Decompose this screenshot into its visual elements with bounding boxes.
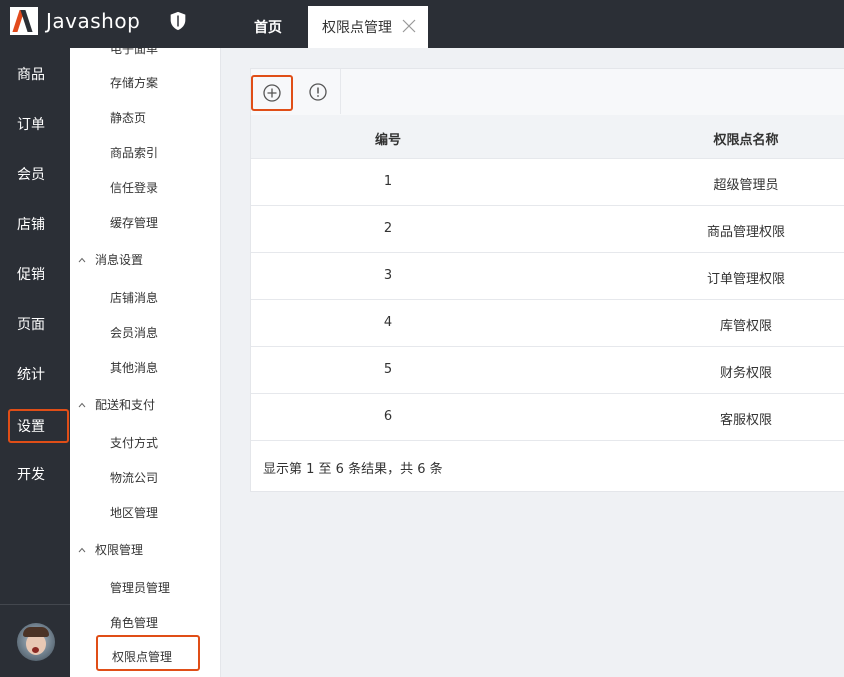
nav-item-label: 商品	[17, 67, 45, 83]
submenu-item-e-waybill[interactable]: 电子面单	[110, 48, 158, 59]
column-header-name[interactable]: 权限点名称	[561, 129, 844, 148]
top-bar: Javashop 首页 权限点管理	[0, 0, 844, 48]
submenu-item-regions[interactable]: 地区管理	[110, 503, 158, 523]
table-row[interactable]: 5 财务权限	[251, 347, 844, 394]
permission-points-panel: 编号 权限点名称 1 超级管理员 2 商品管理权限 3 订单管理权限 4 库管权…	[250, 68, 844, 492]
avatar-mouth	[32, 647, 39, 653]
cell-name: 商品管理权限	[706, 225, 785, 240]
chevron-up-icon	[78, 257, 86, 263]
nav-item-orders[interactable]: 订单	[0, 104, 70, 144]
submenu-item-other-messages[interactable]: 其他消息	[110, 358, 158, 378]
chevron-up-icon	[78, 547, 86, 553]
cell-name: 订单管理权限	[706, 272, 785, 287]
table-toolbar	[251, 69, 844, 116]
cell-id: 3	[383, 268, 393, 283]
cell-id: 2	[383, 221, 393, 236]
submenu-item-logistics[interactable]: 物流公司	[110, 468, 158, 488]
nav-item-shops[interactable]: 店铺	[0, 204, 70, 244]
table-row[interactable]: 2 商品管理权限	[251, 206, 844, 253]
submenu-item-storage[interactable]: 存储方案	[110, 73, 158, 93]
nav-item-label: 订单	[17, 117, 45, 133]
nav-item-label: 统计	[17, 367, 45, 383]
nav-item-develop[interactable]: 开发	[0, 454, 70, 494]
nav-item-settings[interactable]: 设置	[8, 409, 69, 443]
table-row[interactable]: 3 订单管理权限	[251, 253, 844, 300]
cell-id: 4	[383, 315, 393, 330]
submenu-item-goods-index[interactable]: 商品索引	[110, 143, 158, 163]
submenu-group-label: 配送和支付	[95, 398, 156, 412]
submenu-item-admins[interactable]: 管理员管理	[110, 578, 170, 598]
submenu-item-static-page[interactable]: 静态页	[110, 108, 146, 128]
submenu-group-label: 消息设置	[95, 253, 144, 267]
nav-item-pages[interactable]: 页面	[0, 304, 70, 344]
logo-mark-icon	[10, 7, 38, 35]
avatar-hair	[23, 627, 49, 637]
nav-item-label: 店铺	[17, 217, 45, 233]
nav-item-statistics[interactable]: 统计	[0, 354, 70, 394]
table-row[interactable]: 1 超级管理员	[251, 159, 844, 206]
cell-name: 客服权限	[719, 413, 772, 428]
submenu-item-roles[interactable]: 角色管理	[110, 613, 158, 633]
table-row[interactable]: 4 库管权限	[251, 300, 844, 347]
submenu-item-payment-methods[interactable]: 支付方式	[110, 433, 158, 453]
cell-name: 库管权限	[719, 319, 772, 334]
shield-icon[interactable]	[167, 10, 189, 32]
app-name: Javashop	[46, 9, 141, 33]
column-header-id[interactable]: 编号	[251, 129, 525, 148]
submenu-item-permission-points[interactable]: 权限点管理	[96, 635, 200, 671]
main-nav: 商品 订单 会员 店铺 促销 页面 统计 设置 开发	[0, 48, 70, 677]
submenu-group-label: 权限管理	[95, 543, 144, 557]
nav-item-label: 页面	[17, 317, 45, 333]
info-button[interactable]	[296, 69, 341, 114]
submenu-item-cache[interactable]: 缓存管理	[110, 213, 158, 233]
cell-id: 6	[383, 409, 393, 424]
cell-id: 5	[383, 362, 393, 377]
nav-divider	[0, 604, 70, 605]
exclamation-circle-icon	[309, 82, 327, 101]
tab-permission-points[interactable]: 权限点管理	[308, 6, 428, 48]
close-icon[interactable]	[402, 19, 416, 33]
submenu-group-messages[interactable]: 消息设置	[78, 250, 143, 270]
nav-item-promotion[interactable]: 促销	[0, 254, 70, 294]
cell-name: 财务权限	[719, 366, 772, 381]
submenu-item-member-messages[interactable]: 会员消息	[110, 323, 158, 343]
nav-item-goods[interactable]: 商品	[0, 54, 70, 94]
chevron-up-icon	[78, 402, 86, 408]
submenu-group-delivery-payment[interactable]: 配送和支付	[78, 395, 155, 415]
table-row[interactable]: 6 客服权限	[251, 394, 844, 441]
tab-home[interactable]: 首页	[236, 6, 300, 48]
submenu-item-trust-login[interactable]: 信任登录	[110, 178, 158, 198]
settings-submenu: 电子面单 存储方案 静态页 商品索引 信任登录 缓存管理 消息设置 店铺消息 会…	[70, 48, 221, 677]
tab-permission-points-label: 权限点管理	[322, 20, 392, 36]
nav-item-label: 开发	[17, 467, 45, 483]
avatar[interactable]	[17, 623, 55, 661]
plus-circle-icon	[263, 84, 281, 102]
submenu-item-shop-messages[interactable]: 店铺消息	[110, 288, 158, 308]
cell-id: 1	[383, 174, 393, 189]
nav-item-label: 设置	[17, 419, 45, 435]
add-button[interactable]	[251, 75, 293, 111]
table-header: 编号 权限点名称	[251, 115, 844, 159]
nav-item-label: 会员	[17, 167, 45, 183]
app-logo[interactable]: Javashop	[10, 7, 140, 35]
tab-home-label: 首页	[254, 20, 282, 36]
cell-name: 超级管理员	[713, 178, 779, 193]
pagination-summary: 显示第 1 至 6 条结果，共 6 条	[263, 462, 443, 477]
nav-item-members[interactable]: 会员	[0, 154, 70, 194]
nav-item-label: 促销	[17, 267, 45, 283]
submenu-group-permissions[interactable]: 权限管理	[78, 540, 143, 560]
